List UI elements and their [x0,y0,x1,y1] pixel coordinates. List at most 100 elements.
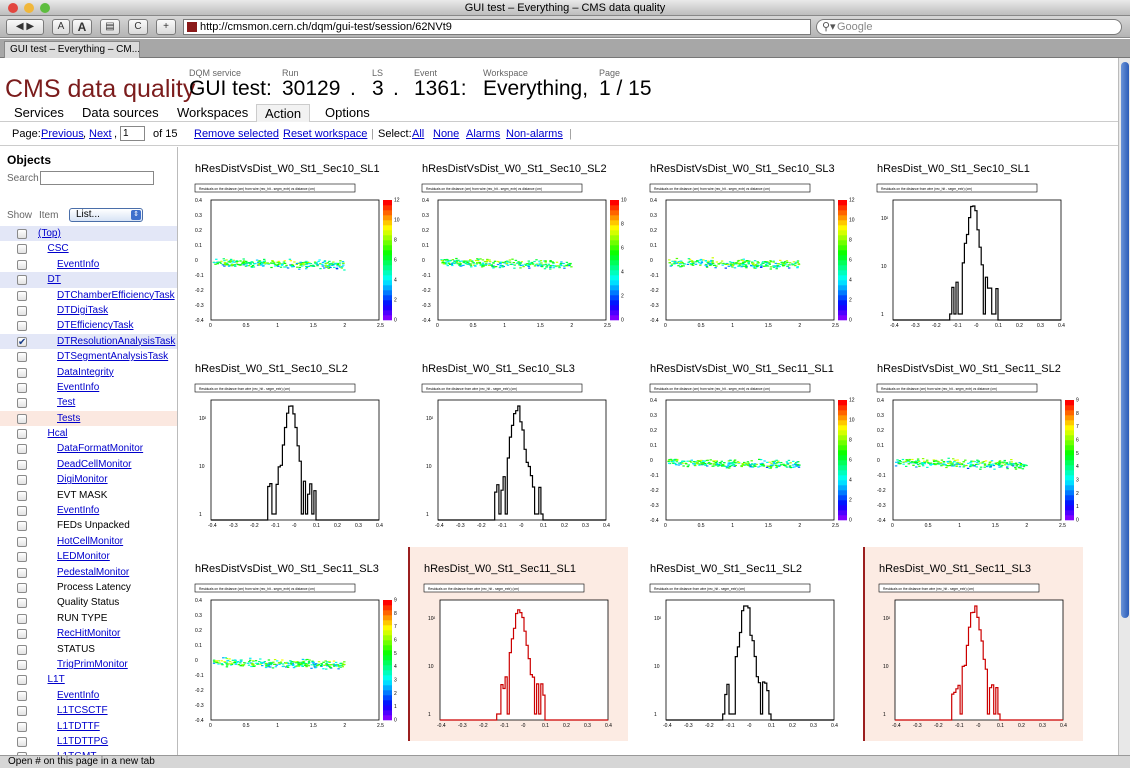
tree-checkbox[interactable] [17,475,27,486]
tree-checkbox[interactable] [17,598,27,609]
tree-checkbox[interactable] [17,675,27,686]
tree-checkbox[interactable] [17,521,27,532]
tree-item-label[interactable]: Tests [57,411,80,426]
plot-title[interactable]: hResDistVsDist_W0_St1_Sec11_SL3 [195,563,379,575]
plot-cell[interactable]: hResDistVsDist_W0_St1_Sec10_SL3 Residuals… [636,147,856,341]
tree-item-label[interactable]: DTDigiTask [57,303,108,318]
tree-item-label[interactable]: DataFormatMonitor [57,441,143,456]
plot-image[interactable]: Residuals on the distance from wire (rec… [418,383,628,533]
plot-title[interactable]: hResDist_W0_St1_Sec11_SL1 [424,563,576,575]
tree-checkbox[interactable] [17,659,27,670]
tree-checkbox[interactable] [17,259,27,270]
back-arrow-icon[interactable]: ◀ [16,21,24,32]
plot-title[interactable]: hResDist_W0_St1_Sec11_SL2 [650,563,802,575]
plot-image[interactable]: Residuals on the distance from wire (rec… [873,183,1083,333]
tree-checkbox[interactable] [17,444,27,455]
tree-item-label[interactable]: DTEfficiencyTask [57,318,134,333]
tree-checkbox[interactable] [17,305,27,316]
tree-item-label[interactable]: EventInfo [57,688,99,703]
tree-item-label[interactable]: Hcal [48,426,68,441]
plot-image[interactable]: Residuals on the distance (cm) from wire… [191,583,401,733]
minimize-window-icon[interactable] [24,3,34,13]
plot-cell[interactable]: hResDistVsDist_W0_St1_Sec10_SL1 Residuals… [181,147,401,341]
tree-item-label[interactable]: (Top) [38,226,61,241]
tree-checkbox[interactable] [17,582,27,593]
select-all-link[interactable]: All [412,122,424,146]
tree-item-label[interactable]: DigiMonitor [57,472,108,487]
text-larger-button[interactable]: A [72,19,92,35]
tree-item-label[interactable]: L1TDTTF [57,719,100,734]
zoom-window-icon[interactable] [40,3,50,13]
plot-image[interactable]: Residuals on the distance from wire (rec… [191,383,401,533]
tree-checkbox[interactable] [17,644,27,655]
tree-checkbox[interactable] [17,567,27,578]
tree-item-label[interactable]: DeadCellMonitor [57,457,131,472]
plot-cell[interactable]: hResDist_W0_St1_Sec11_SL1 Residuals on th… [408,547,628,741]
tree-checkbox[interactable] [17,352,27,363]
plot-cell[interactable]: hResDistVsDist_W0_St1_Sec11_SL3 Residuals… [181,547,401,741]
plot-cell[interactable]: hResDistVsDist_W0_St1_Sec11_SL1 Residuals… [636,347,856,541]
remove-selected-link[interactable]: Remove selected [194,122,279,146]
tree-checkbox[interactable] [17,413,27,424]
forward-arrow-icon[interactable]: ▶ [26,21,34,32]
select-alarms-link[interactable]: Alarms [466,122,500,146]
tree-item-label[interactable]: LEDMonitor [57,549,110,564]
plot-title[interactable]: hResDist_W0_St1_Sec10_SL2 [195,363,348,375]
plot-cell[interactable]: hResDist_W0_St1_Sec10_SL2 Residuals on th… [181,347,401,541]
next-page-link[interactable]: Next [89,122,112,146]
text-smaller-button[interactable]: A [52,19,70,35]
web-search-field[interactable]: ⚲▾ Google [816,19,1122,35]
tree-checkbox[interactable] [17,736,27,747]
plot-image[interactable]: Residuals on the distance (cm) from wire… [646,183,856,333]
object-search-input[interactable] [40,171,154,185]
tree-checkbox[interactable] [17,506,27,517]
url-field[interactable]: http://cmsmon.cern.ch/dqm/gui-test/sessi… [183,19,811,35]
tree-checkbox[interactable] [17,536,27,547]
tree-checkbox[interactable] [17,229,27,239]
plot-title[interactable]: hResDist_W0_St1_Sec10_SL3 [422,363,575,375]
back-forward-buttons[interactable]: ◀ ▶ [6,19,44,35]
scrollbar-thumb[interactable] [1121,62,1129,618]
plot-title[interactable]: hResDistVsDist_W0_St1_Sec10_SL3 [650,163,835,175]
add-bookmark-button[interactable]: + [156,19,176,35]
plot-title[interactable]: hResDist_W0_St1_Sec11_SL3 [879,563,1031,575]
plot-title[interactable]: hResDistVsDist_W0_St1_Sec10_SL1 [195,163,380,175]
tree-checkbox[interactable] [17,367,27,378]
plot-image[interactable]: Residuals on the distance from wire (rec… [420,583,630,733]
plot-cell[interactable]: hResDist_W0_St1_Sec11_SL3 Residuals on th… [863,547,1083,741]
tree-item-label[interactable]: EventInfo [57,503,99,518]
tree-checkbox[interactable] [17,552,27,563]
tree-checkbox[interactable] [17,613,27,624]
reload-button[interactable]: C [128,19,148,35]
plot-cell[interactable]: hResDist_W0_St1_Sec10_SL1 Residuals on th… [863,147,1083,341]
plot-image[interactable]: Residuals on the distance from wire (rec… [875,583,1085,733]
tree-item-label[interactable]: DTResolutionAnalysisTask [57,334,175,349]
plot-title[interactable]: hResDist_W0_St1_Sec10_SL1 [877,163,1030,175]
select-non-alarms-link[interactable]: Non-alarms [506,122,563,146]
plot-cell[interactable]: hResDistVsDist_W0_St1_Sec10_SL2 Residuals… [408,147,628,341]
tree-checkbox[interactable] [17,721,27,732]
menu-workspaces[interactable]: Workspaces [169,104,256,122]
plot-title[interactable]: hResDistVsDist_W0_St1_Sec11_SL1 [650,363,834,375]
plot-image[interactable]: Residuals on the distance (cm) from wire… [646,383,856,533]
tree-checkbox[interactable] [17,335,27,350]
tree-checkbox[interactable] [17,490,27,501]
select-none-link[interactable]: None [433,122,459,146]
previous-page-link[interactable]: Previous [41,122,84,146]
plot-image[interactable]: Residuals on the distance (cm) from wire… [191,183,401,333]
plot-title[interactable]: hResDistVsDist_W0_St1_Sec10_SL2 [422,163,607,175]
menu-options[interactable]: Options [317,104,378,122]
tree-item-label[interactable]: Test [57,395,75,410]
reset-workspace-link[interactable]: Reset workspace [283,122,367,146]
tree-item-label[interactable]: EventInfo [57,380,99,395]
plot-image[interactable]: Residuals on the distance (cm) from wire… [418,183,628,333]
tree-item-label[interactable]: DT [48,272,61,287]
print-button[interactable]: ▤ [100,19,120,35]
tree-checkbox[interactable] [17,382,27,393]
plot-title[interactable]: hResDistVsDist_W0_St1_Sec11_SL2 [877,363,1061,375]
plot-cell[interactable]: hResDist_W0_St1_Sec10_SL3 Residuals on th… [408,347,628,541]
plot-cell[interactable]: hResDistVsDist_W0_St1_Sec11_SL2 Residuals… [863,347,1083,541]
tree-item-label[interactable]: EventInfo [57,257,99,272]
tree-checkbox[interactable] [17,244,27,255]
tree-item-label[interactable]: L1T [48,672,65,687]
